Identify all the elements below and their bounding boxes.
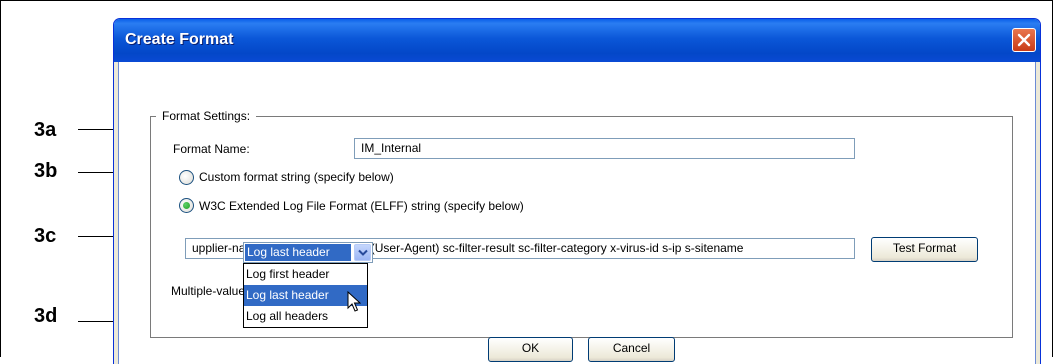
custom-format-radio[interactable] (179, 170, 194, 185)
close-button[interactable] (1012, 28, 1036, 52)
format-settings-legend: Format Settings: (156, 109, 257, 123)
header-policy-selected-value: Log last header (245, 244, 351, 261)
callout-3d: 3d (34, 305, 58, 327)
callout-3b: 3b (34, 160, 58, 182)
dialog-title-bar[interactable]: Create Format (114, 19, 1040, 62)
elff-format-radio-label[interactable]: W3C Extended Log File Format (ELFF) stri… (199, 199, 524, 213)
dropdown-toggle[interactable] (354, 244, 371, 261)
callout-3c: 3c (34, 225, 57, 247)
close-icon (1017, 33, 1031, 47)
format-name-label: Format Name: (173, 142, 250, 156)
header-policy-select[interactable]: Log last header (243, 242, 373, 263)
dropdown-option-log-first[interactable]: Log first header (244, 264, 367, 285)
mouse-pointer-icon (347, 291, 361, 312)
ok-button[interactable]: OK (488, 337, 573, 362)
custom-format-radio-label[interactable]: Custom format string (specify below) (199, 170, 394, 184)
chevron-down-icon (358, 249, 368, 256)
dialog-title: Create Format (125, 31, 234, 48)
format-name-input[interactable]: IM_Internal (354, 138, 855, 159)
callout-3a: 3a (34, 119, 57, 141)
cancel-button[interactable]: Cancel (588, 337, 675, 362)
test-format-button[interactable]: Test Format (871, 237, 978, 262)
elff-format-radio[interactable] (179, 198, 194, 213)
